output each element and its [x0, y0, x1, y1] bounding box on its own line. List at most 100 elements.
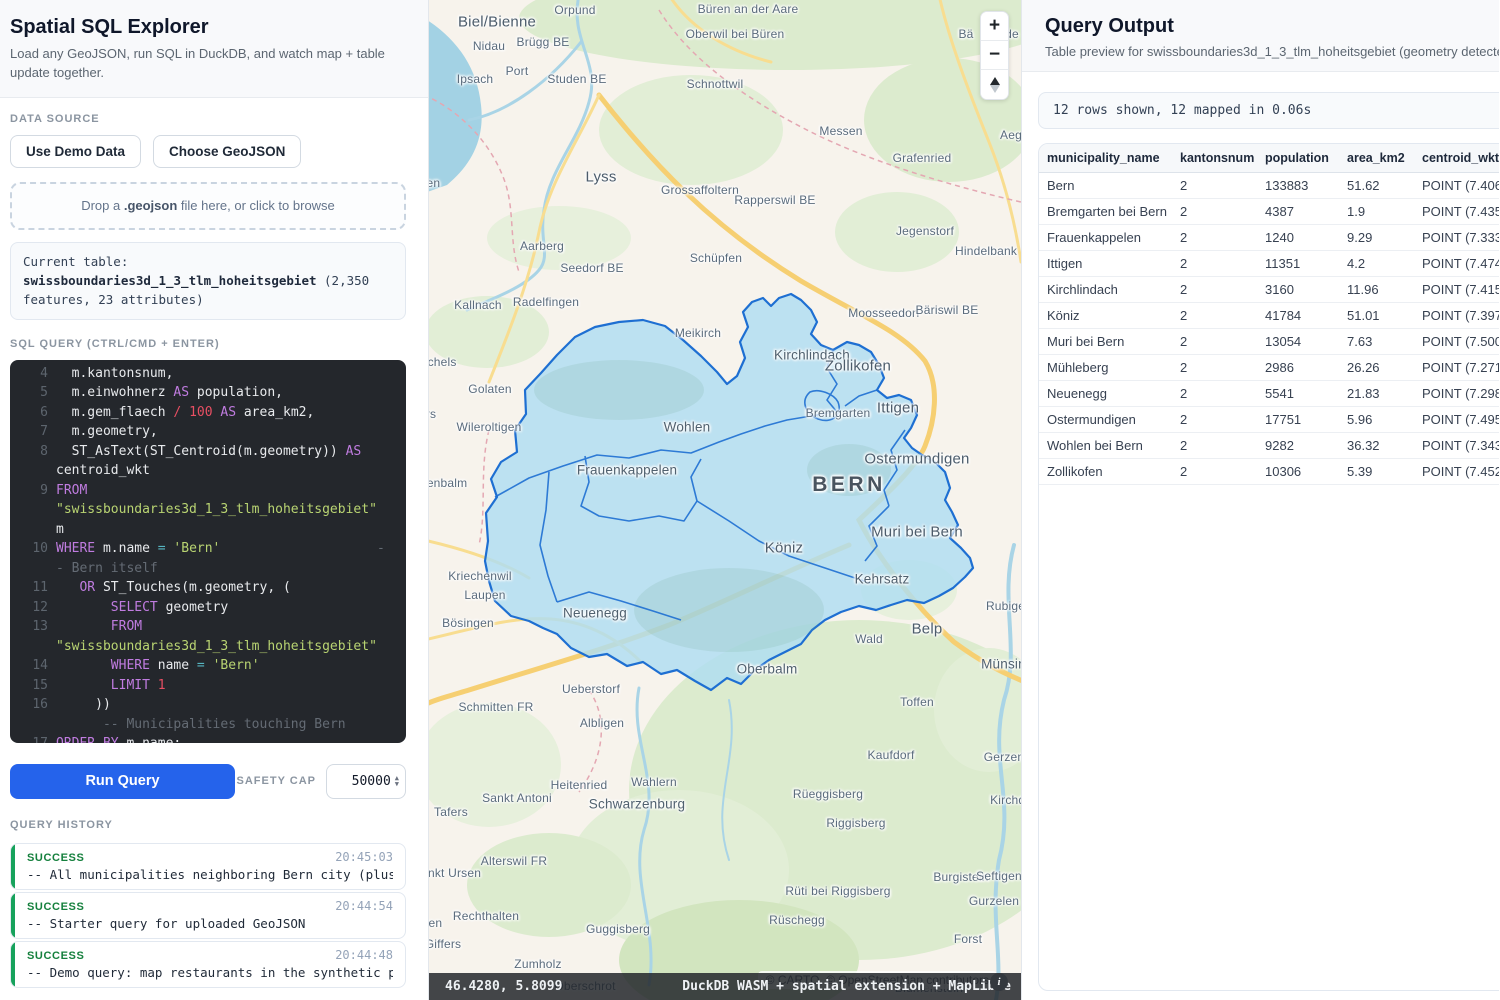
query-output-panel: Query Output Table preview for swissboun… [1021, 0, 1499, 1000]
table-cell: 9282 [1257, 433, 1339, 459]
table-cell: 2 [1172, 459, 1257, 485]
editor-line: - Bern itself [22, 559, 394, 579]
history-success-bar [11, 844, 15, 889]
data-source-buttons: Use Demo Data Choose GeoJSON [10, 135, 406, 168]
table-row[interactable]: Kirchlindach2316011.96POINT (7.4157 [1039, 277, 1499, 303]
result-table-body: Bern213388351.62POINT (7.4063Bremgarten … [1039, 173, 1499, 485]
history-item[interactable]: SUCCESS20:44:54-- Starter query for uplo… [10, 892, 406, 939]
table-row[interactable]: Neuenegg2554121.83POINT (7.2980 [1039, 381, 1499, 407]
safety-cap-value: 50000 [337, 774, 395, 789]
table-cell: POINT (7.4157 [1414, 277, 1499, 303]
history-timestamp: 20:45:03 [335, 850, 393, 864]
info-icon[interactable]: i [990, 973, 1008, 991]
history-status: SUCCESS [27, 950, 84, 962]
zoom-out-button[interactable]: − [981, 41, 1008, 70]
history-timestamp: 20:44:54 [335, 899, 393, 913]
table-cell: 2 [1172, 277, 1257, 303]
use-demo-data-button[interactable]: Use Demo Data [10, 135, 141, 168]
geojson-dropzone[interactable]: Drop a .geojson file here, or click to b… [10, 182, 406, 230]
table-row[interactable]: Ostermundigen2177515.96POINT (7.4955 [1039, 407, 1499, 433]
table-cell: POINT (7.2719 [1414, 355, 1499, 381]
map-base-layer [429, 0, 1021, 1000]
zoom-in-button[interactable]: + [981, 12, 1008, 41]
history-success-bar [11, 942, 15, 987]
table-cell: 2 [1172, 173, 1257, 199]
editor-line: 12 SELECT geometry [22, 598, 394, 618]
table-row[interactable]: Wohlen bei Bern2928236.32POINT (7.3436 [1039, 433, 1499, 459]
table-cell: 2 [1172, 433, 1257, 459]
table-cell: POINT (7.4524 [1414, 459, 1499, 485]
table-row[interactable]: Frauenkappelen212409.29POINT (7.3334 [1039, 225, 1499, 251]
table-cell: Bremgarten bei Bern [1039, 199, 1172, 225]
history-item[interactable]: SUCCESS20:44:48-- Demo query: map restau… [10, 941, 406, 988]
editor-line: 7 m.geometry, [22, 422, 394, 442]
table-cell: Ostermundigen [1039, 407, 1172, 433]
table-cell: 2 [1172, 355, 1257, 381]
table-cell: POINT (7.3978 [1414, 303, 1499, 329]
table-cell: 36.32 [1339, 433, 1414, 459]
table-row[interactable]: Bremgarten bei Bern243871.9POINT (7.4354 [1039, 199, 1499, 225]
column-header: centroid_wkt [1414, 144, 1499, 173]
table-row[interactable]: Köniz24178451.01POINT (7.3978 [1039, 303, 1499, 329]
table-row[interactable]: Ittigen2113514.2POINT (7.4745 [1039, 251, 1499, 277]
table-cell: 9.29 [1339, 225, 1414, 251]
table-cell: 5541 [1257, 381, 1339, 407]
safety-cap-input[interactable]: 50000 ▲▼ [326, 764, 406, 799]
table-cell: 26.26 [1339, 355, 1414, 381]
history-item[interactable]: SUCCESS20:45:03-- All municipalities nei… [10, 843, 406, 890]
compass-button[interactable] [981, 70, 1008, 99]
app-title: Spatial SQL Explorer [10, 16, 406, 39]
editor-line: 10WHERE m.name = 'Bern' - [22, 539, 394, 559]
history-timestamp: 20:44:48 [335, 948, 393, 962]
result-table-container: municipality_namekantonsnumpopulationare… [1038, 143, 1499, 991]
editor-line: 5 m.einwohnerz AS population, [22, 383, 394, 403]
editor-line: 6 m.gem_flaech / 100 AS area_km2, [22, 403, 394, 423]
table-cell: 4387 [1257, 199, 1339, 225]
table-row[interactable]: Zollikofen2103065.39POINT (7.4524 [1039, 459, 1499, 485]
table-cell: POINT (7.3334 [1414, 225, 1499, 251]
history-status: SUCCESS [27, 901, 84, 913]
table-cell: Kirchlindach [1039, 277, 1172, 303]
table-cell: POINT (7.4955 [1414, 407, 1499, 433]
table-cell: 21.83 [1339, 381, 1414, 407]
sql-query-label: SQL QUERY (CTRL/CMD + ENTER) [10, 338, 406, 350]
editor-line: m [22, 520, 394, 540]
table-cell: 11.96 [1339, 277, 1414, 303]
editor-line: "swissboundaries3d_1_3_tlm_hoheitsgebiet… [22, 500, 394, 520]
table-cell: 2986 [1257, 355, 1339, 381]
cursor-coordinates: 46.4280, 5.8099 [445, 979, 562, 994]
output-title: Query Output [1045, 15, 1499, 38]
choose-geojson-button[interactable]: Choose GeoJSON [153, 135, 301, 168]
table-row[interactable]: Bern213388351.62POINT (7.4063 [1039, 173, 1499, 199]
run-query-button[interactable]: Run Query [10, 764, 235, 799]
output-header: Query Output Table preview for swissboun… [1022, 0, 1499, 72]
table-cell: 2 [1172, 303, 1257, 329]
table-cell: 2 [1172, 407, 1257, 433]
table-cell: Frauenkappelen [1039, 225, 1172, 251]
run-row: Run Query SAFETY CAP 50000 ▲▼ [10, 764, 406, 799]
result-status: 12 rows shown, 12 mapped in 0.06s [1038, 92, 1499, 129]
map-canvas[interactable]: Biel/BienneOrpundBüren an der AareOberwi… [429, 0, 1021, 1000]
stepper-arrows-icon[interactable]: ▲▼ [395, 775, 399, 787]
data-source-label: DATA SOURCE [10, 113, 406, 125]
table-row[interactable]: Muri bei Bern2130547.63POINT (7.5000 [1039, 329, 1499, 355]
table-cell: 17751 [1257, 407, 1339, 433]
table-cell: POINT (7.3436 [1414, 433, 1499, 459]
table-cell: 1240 [1257, 225, 1339, 251]
table-cell: 2 [1172, 329, 1257, 355]
table-cell: Muri bei Bern [1039, 329, 1172, 355]
editor-line: 13 FROM [22, 617, 394, 637]
editor-line: 17ORDER BY m.name; [22, 734, 394, 743]
table-cell: 51.62 [1339, 173, 1414, 199]
output-body: 12 rows shown, 12 mapped in 0.06s munici… [1022, 72, 1499, 991]
column-header: municipality_name [1039, 144, 1172, 173]
table-cell: 1.9 [1339, 199, 1414, 225]
current-table-label: Current table: [23, 254, 128, 269]
table-cell: 2 [1172, 381, 1257, 407]
table-row[interactable]: Mühleberg2298626.26POINT (7.2719 [1039, 355, 1499, 381]
current-table-info: Current table: swissboundaries3d_1_3_tlm… [10, 242, 406, 320]
editor-line: "swissboundaries3d_1_3_tlm_hoheitsgebiet… [22, 637, 394, 657]
sql-editor[interactable]: 4 m.kantonsnum,5 m.einwohnerz AS populat… [10, 360, 406, 743]
spatial-sql-explorer-app: Spatial SQL Explorer Load any GeoJSON, r… [0, 0, 1500, 1000]
table-cell: Bern [1039, 173, 1172, 199]
